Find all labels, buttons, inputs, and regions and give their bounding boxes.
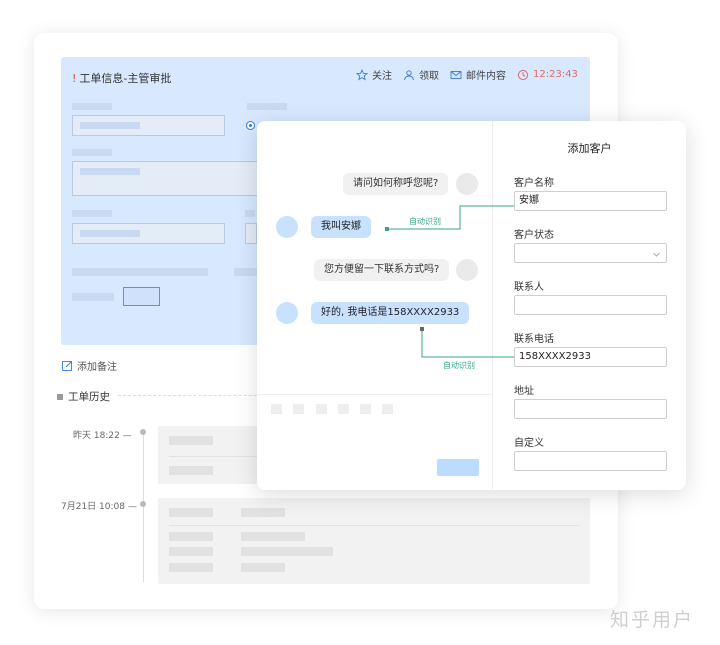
field-value-placeholder: [80, 230, 140, 237]
toolbar-icon[interactable]: [271, 404, 282, 414]
radio-button[interactable]: [246, 121, 255, 130]
toolbar-icon[interactable]: [360, 404, 371, 414]
chat-message-customer: 我叫安娜: [311, 216, 371, 238]
contact-label: 联系人: [514, 282, 544, 293]
add-note-button[interactable]: 添加备注: [62, 358, 117, 373]
send-button[interactable]: [437, 459, 479, 476]
customer-name-label: 客户名称: [514, 178, 554, 189]
field-label-placeholder: [245, 210, 255, 217]
text-placeholder: [169, 508, 213, 517]
timeline-line: [143, 432, 144, 582]
clock-icon: [517, 69, 529, 80]
auto-detect-label: 自动识别: [409, 217, 441, 226]
text-placeholder: [72, 293, 114, 301]
divider: [169, 525, 579, 526]
text-placeholder: [169, 547, 213, 556]
toolbar-icon[interactable]: [293, 404, 304, 414]
history-entry-time: 7月21日 10:08 —: [61, 502, 137, 512]
custom-label: 自定义: [514, 438, 544, 449]
customer-avatar: [276, 216, 298, 238]
section-marker-icon: [57, 393, 63, 400]
timer: 12:23:43: [517, 69, 578, 81]
textarea-placeholder[interactable]: [72, 161, 258, 196]
star-icon: [356, 68, 368, 80]
field-label-placeholder: [72, 149, 112, 156]
chat-message-agent: 请问如何称呼您呢?: [343, 173, 449, 195]
workorder-actions: 关注 领取 邮件内容 12:23:43: [356, 67, 578, 82]
mail-label: 邮件内容: [466, 71, 506, 82]
chevron-down-icon: [653, 252, 660, 257]
chat-input-separator: [257, 394, 492, 395]
history-title: 工单历史: [57, 389, 110, 404]
customer-avatar: [276, 302, 298, 324]
follow-label: 关注: [372, 71, 392, 82]
workorder-title-text: 工单信息-主管审批: [79, 72, 172, 85]
divider: [169, 456, 258, 457]
contact-input[interactable]: [514, 295, 667, 315]
history-title-text: 工单历史: [68, 391, 110, 403]
text-placeholder: [169, 466, 213, 475]
toolbar-icon[interactable]: [338, 404, 349, 414]
text-placeholder: [241, 547, 333, 556]
chat-message-agent: 您方便留一下联系方式吗?: [314, 259, 450, 281]
auto-detect-label: 自动识别: [443, 361, 475, 370]
text-placeholder: [169, 436, 213, 445]
timer-value: 12:23:43: [533, 69, 578, 80]
text-placeholder: [234, 268, 257, 276]
text-placeholder: [169, 563, 213, 572]
field-input-placeholder[interactable]: [245, 223, 257, 244]
history-entry-time: 昨天 18:22 —: [73, 431, 132, 441]
chat-message-customer: 好的, 我电话是158XXXX2933: [311, 302, 470, 324]
agent-avatar: [456, 173, 478, 195]
mail-button[interactable]: 邮件内容: [450, 67, 506, 82]
alert-mark: !: [72, 72, 77, 85]
follow-button[interactable]: 关注: [356, 67, 392, 82]
text-placeholder: [241, 563, 285, 572]
agent-avatar: [456, 259, 478, 281]
customer-status-label: 客户状态: [514, 230, 554, 241]
textarea-value-placeholder: [80, 168, 140, 175]
add-note-label: 添加备注: [77, 362, 117, 373]
text-placeholder: [72, 268, 208, 276]
text-placeholder: [241, 508, 285, 517]
field-label-placeholder: [72, 103, 112, 110]
field-label-placeholder: [72, 210, 112, 217]
timeline-dot: [140, 501, 146, 507]
text-placeholder: [169, 532, 213, 541]
timeline-dot: [140, 429, 146, 435]
address-input[interactable]: [514, 399, 667, 419]
mail-icon: [450, 70, 462, 79]
history-entry-card: [158, 426, 258, 484]
edit-icon: [62, 361, 72, 371]
field-label-placeholder: [247, 103, 287, 110]
history-entry-card: [158, 498, 590, 584]
toolbar-icon[interactable]: [382, 404, 393, 414]
claim-button[interactable]: 领取: [403, 67, 439, 82]
custom-input[interactable]: [514, 451, 667, 471]
dialog-divider: [492, 121, 493, 490]
claim-label: 领取: [419, 71, 439, 82]
phone-label: 联系电话: [514, 334, 554, 345]
customer-status-select[interactable]: [514, 243, 667, 263]
watermark: 知乎用户: [610, 609, 695, 631]
form-title: 添加客户: [567, 142, 612, 155]
workorder-title: ! 工单信息-主管审批: [72, 70, 171, 86]
selected-box-placeholder[interactable]: [123, 287, 160, 306]
toolbar-icon[interactable]: [316, 404, 327, 414]
phone-input[interactable]: 158XXXX2933: [514, 347, 667, 367]
customer-name-input[interactable]: 安娜: [514, 191, 667, 211]
field-value-placeholder: [80, 122, 140, 129]
claim-icon: [404, 69, 414, 80]
address-label: 地址: [514, 386, 534, 397]
text-placeholder: [241, 532, 305, 541]
